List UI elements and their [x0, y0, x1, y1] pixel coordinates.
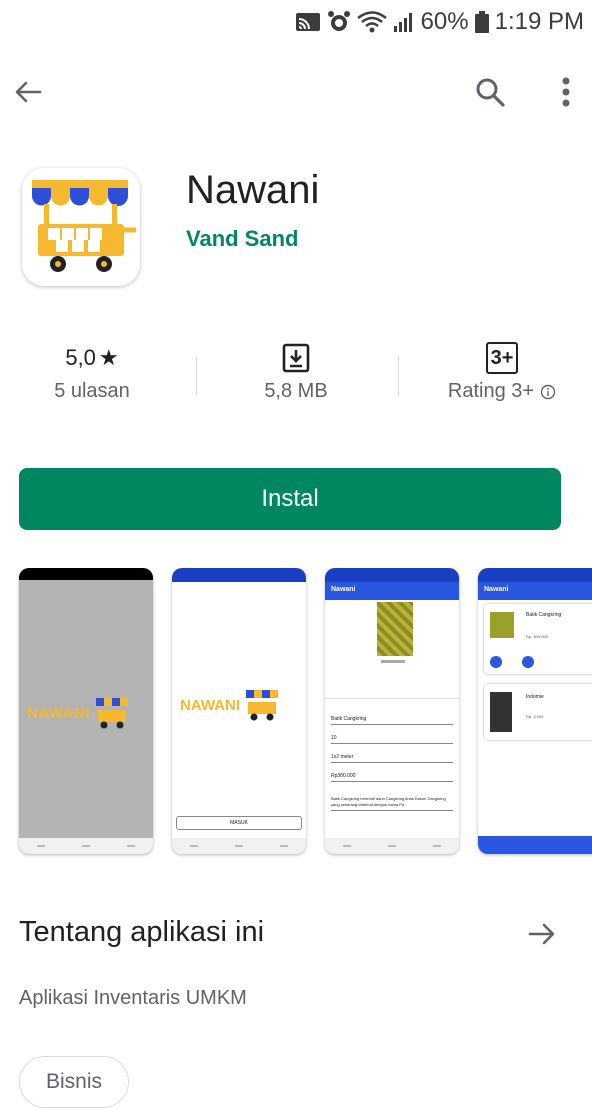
- screenshot-carousel[interactable]: NAWANI NAWANI MASUK Nawani Batik Cangkri…: [0, 568, 592, 858]
- size-label: 5,8 MB: [264, 380, 328, 402]
- screenshot-login[interactable]: NAWANI MASUK: [172, 568, 306, 854]
- download-box-icon: [282, 343, 310, 373]
- battery-icon: [474, 11, 489, 33]
- nawani-cart-icon: [32, 180, 136, 272]
- cast-icon: [295, 11, 321, 33]
- status-bar: 60% 1:19 PM: [0, 0, 592, 44]
- list-item-price: Rp. 3.000: [526, 714, 544, 719]
- form-appbar-title: Nawani: [325, 582, 459, 600]
- splash-brand-text: NAWANI: [27, 704, 90, 722]
- developer-link[interactable]: Vand Sand: [186, 226, 298, 252]
- list-appbar-title: Nawani: [478, 582, 592, 600]
- clock: 1:19 PM: [494, 8, 584, 35]
- rating-value-row: 5,0 ★: [2, 338, 182, 378]
- search-icon: [476, 78, 505, 107]
- age-rating-badge: 3+: [485, 342, 519, 374]
- form-field: 10: [331, 725, 453, 744]
- login-brand-text: NAWANI: [180, 696, 240, 714]
- form-field: Rp300.000: [331, 763, 453, 782]
- content-rating-stat[interactable]: 3+ Rating 3+: [412, 338, 592, 403]
- stat-divider: [196, 356, 197, 396]
- list-item-title: Batik Cangkring: [526, 612, 562, 618]
- app-title: Nawani: [186, 168, 320, 212]
- screenshot-splash[interactable]: NAWANI: [19, 568, 153, 854]
- star-icon: ★: [98, 345, 119, 370]
- stats-row: 5,0 ★ 5 ulasan 5,8 MB 3+ Rating 3+: [0, 338, 592, 418]
- product-image: [377, 602, 413, 656]
- list-item-price: Rp. 300.000: [526, 634, 548, 639]
- about-more-button[interactable]: [520, 912, 564, 956]
- screenshot-form[interactable]: Nawani Batik Cangkring 10 1x2 meter Rp30…: [325, 568, 459, 854]
- category-chip[interactable]: Bisnis: [19, 1056, 130, 1108]
- cart-icon: [96, 698, 128, 729]
- list-card: Indomie Rp. 3.000: [484, 684, 592, 740]
- rating-stat[interactable]: 5,0 ★ 5 ulasan: [2, 338, 182, 403]
- app-bar: [0, 62, 592, 122]
- reviews-label: 5 ulasan: [54, 380, 130, 402]
- list-card: Batik Cangkring Rp. 300.000: [484, 604, 592, 674]
- arrow-right-icon: [528, 923, 555, 945]
- more-options-button[interactable]: [544, 70, 588, 114]
- list-item-title: Indomie: [526, 694, 544, 700]
- back-button[interactable]: [6, 70, 50, 114]
- stat-divider: [398, 356, 399, 396]
- age-rating-label: Rating 3+: [447, 380, 535, 402]
- size-stat: 5,8 MB: [206, 338, 386, 403]
- signal-icon: [393, 11, 415, 33]
- login-button-preview: MASUK: [176, 816, 302, 830]
- arrow-left-icon: [15, 81, 42, 103]
- about-description: Aplikasi Inventaris UMKM: [19, 987, 247, 1009]
- search-button[interactable]: [468, 70, 512, 114]
- battery-percent: 60%: [420, 8, 469, 35]
- app-icon: [22, 168, 140, 286]
- form-field: 1x2 meter: [331, 744, 453, 763]
- wifi-icon: [356, 11, 387, 33]
- alarm-icon: [327, 10, 351, 34]
- form-field: Batik Cangkring: [331, 708, 453, 725]
- bottom-nav-preview: [478, 836, 592, 854]
- cart-icon: [246, 690, 278, 721]
- info-icon: [540, 384, 556, 399]
- install-button[interactable]: Instal: [19, 468, 561, 530]
- rating-value: 5,0: [65, 345, 96, 370]
- form-description: Batik Cangkring bermotif daun Cangkring …: [331, 782, 453, 811]
- screenshot-list[interactable]: Nawani Batik Cangkring Rp. 300.000 Indom…: [478, 568, 592, 854]
- about-section-title[interactable]: Tentang aplikasi ini: [19, 916, 264, 949]
- more-vert-icon: [562, 77, 570, 107]
